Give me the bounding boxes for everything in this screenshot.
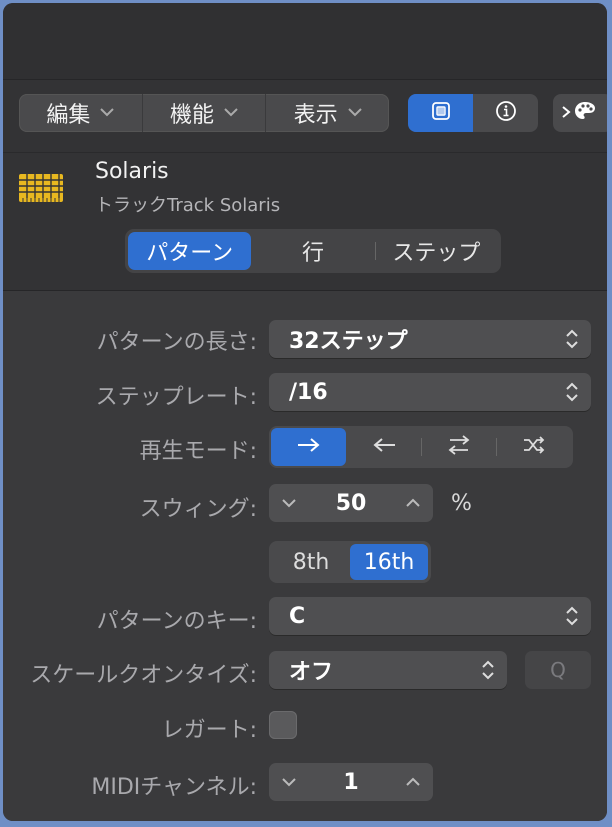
step-sequencer-icon — [430, 100, 452, 126]
tab-row[interactable]: 行 — [251, 232, 374, 270]
info-icon — [495, 100, 517, 126]
title-bar — [3, 3, 607, 80]
menu-segmented-control: 編集 機能 表示 — [19, 94, 389, 132]
step-sequencer-inspector-window: 編集 機能 表示 Solaris トラックTrack Solaris パターン … — [3, 3, 607, 821]
playback-mode-control — [269, 426, 573, 468]
step-rate-label: ステップレート: — [95, 385, 257, 410]
tab-step[interactable]: ステップ — [374, 232, 498, 270]
up-down-chevron-icon — [565, 328, 579, 356]
chevron-right-icon — [561, 103, 571, 124]
scale-quantize-popup[interactable]: オフ — [269, 651, 507, 689]
edit-menu-button[interactable]: 編集 — [19, 94, 143, 132]
view-menu-button[interactable]: 表示 — [266, 94, 389, 132]
chevron-down-icon — [224, 105, 238, 121]
pattern-length-value: 32ステップ — [289, 329, 408, 354]
swing-decrement-button[interactable] — [281, 498, 297, 508]
playback-ping-pong-button[interactable] — [421, 428, 496, 466]
inspector-tabs: パターン 行 ステップ — [125, 229, 501, 273]
view-toggle-segmented-control — [408, 94, 538, 132]
resolution-8th-button[interactable]: 8th — [272, 544, 350, 580]
up-down-chevron-icon — [565, 381, 579, 409]
up-down-chevron-icon — [565, 605, 579, 633]
reverse-arrow-icon — [371, 436, 397, 458]
track-header: Solaris トラックTrack Solaris パターン 行 ステップ — [3, 153, 607, 291]
track-name: Solaris — [95, 159, 169, 184]
edit-menu-label: 編集 — [46, 103, 91, 128]
playback-mode-label: 再生モード: — [139, 439, 257, 464]
playback-forward-button[interactable] — [271, 428, 346, 466]
swing-value[interactable]: 50 — [336, 491, 367, 516]
toolbar: 編集 機能 表示 — [3, 80, 607, 153]
playback-random-button[interactable] — [496, 428, 571, 466]
midi-channel-label: MIDIチャンネル: — [91, 775, 257, 800]
view-menu-label: 表示 — [293, 103, 338, 128]
swing-unit: % — [451, 491, 472, 516]
forward-arrow-icon — [296, 436, 322, 458]
step-sequencer-grid-icon — [18, 173, 64, 207]
functions-menu-label: 機能 — [170, 103, 215, 128]
step-rate-popup[interactable]: /16 — [269, 373, 591, 411]
info-button[interactable] — [473, 94, 538, 132]
pattern-key-popup[interactable]: C — [269, 597, 591, 635]
swing-label: スウィング: — [139, 497, 257, 522]
swing-resolution-control: 8th 16th — [269, 541, 431, 583]
midi-channel-decrement-button[interactable] — [281, 777, 297, 787]
functions-menu-button[interactable]: 機能 — [143, 94, 267, 132]
swing-stepper: 50 — [269, 484, 433, 522]
smart-controls-button[interactable] — [553, 94, 607, 132]
pattern-key-value: C — [289, 603, 306, 629]
pattern-key-label: パターンのキー: — [96, 609, 257, 634]
random-shuffle-icon — [521, 435, 547, 459]
swing-increment-button[interactable] — [405, 498, 421, 508]
tab-pattern[interactable]: パターン — [128, 232, 252, 270]
playback-reverse-button[interactable] — [346, 428, 421, 466]
track-subtitle: トラックTrack Solaris — [95, 195, 281, 216]
up-down-chevron-icon — [481, 659, 495, 687]
legato-checkbox[interactable] — [269, 711, 297, 739]
legato-label: レガート: — [161, 718, 257, 743]
step-rate-value: /16 — [289, 379, 328, 405]
chevron-down-icon — [347, 105, 362, 121]
pattern-inspector: パターンの長さ: 32ステップ ステップレート: /16 再生モード: スウィン… — [3, 291, 607, 821]
scale-quantize-label: スケールクオンタイズ: — [30, 663, 257, 688]
ping-pong-icon — [446, 434, 472, 460]
resolution-16th-button[interactable]: 16th — [350, 544, 428, 580]
midi-channel-increment-button[interactable] — [405, 777, 421, 787]
pattern-length-label: パターンの長さ: — [96, 330, 257, 355]
midi-channel-value[interactable]: 1 — [343, 770, 358, 795]
step-sequencer-view-button[interactable] — [408, 94, 473, 132]
chevron-down-icon — [100, 105, 115, 121]
quantize-button[interactable]: Q — [525, 651, 591, 689]
scale-quantize-value: オフ — [289, 660, 334, 685]
pattern-length-popup[interactable]: 32ステップ — [269, 320, 591, 358]
palette-icon — [573, 100, 597, 127]
midi-channel-stepper: 1 — [269, 763, 433, 801]
